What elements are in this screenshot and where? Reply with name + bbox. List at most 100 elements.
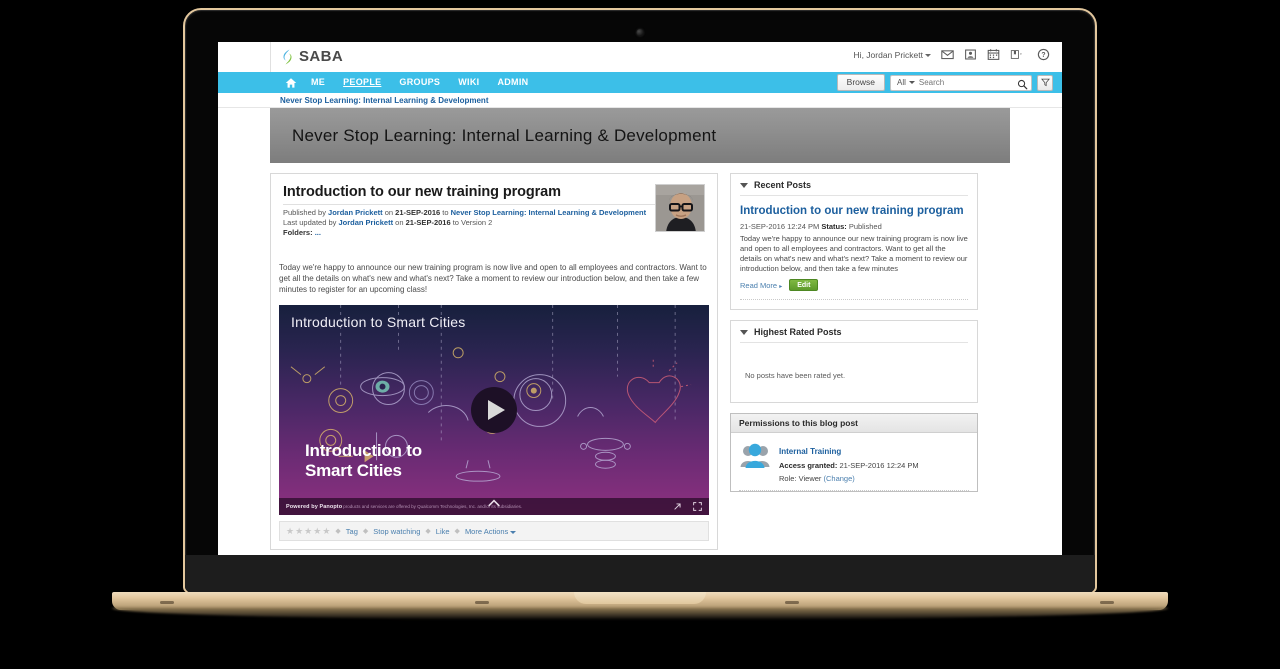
browse-button[interactable]: Browse	[836, 74, 885, 91]
user-greeting-menu[interactable]: Hi, Jordan Prickett	[854, 50, 931, 60]
top-header-bar: SABA Hi, Jordan Prickett ?	[218, 42, 1062, 72]
post-title: Introduction to our new training program	[283, 184, 561, 200]
nav-search-area: Browse All	[836, 74, 1053, 91]
post-updater-link[interactable]: Jordan Prickett	[338, 218, 393, 227]
permissions-panel: Permissions to this blog post Internal T…	[730, 413, 978, 492]
post-group-link[interactable]: Never Stop Learning: Internal Learning &…	[451, 208, 646, 217]
tag-action[interactable]: Tag	[346, 527, 358, 536]
magnifier-icon[interactable]	[1017, 77, 1028, 90]
popout-arrow-icon[interactable]	[673, 498, 682, 516]
laptop-mockup: SABA Hi, Jordan Prickett ? ME PEOPLE GRO…	[0, 0, 1280, 669]
page-title: Never Stop Learning: Internal Learning &…	[292, 125, 717, 145]
post-header: Introduction to our new training program…	[271, 174, 717, 238]
post-meta-updated: Last updated by Jordan Prickett on 21-SE…	[283, 218, 705, 228]
star-icon[interactable]: ★	[286, 526, 294, 537]
bookmark-icon[interactable]	[1010, 48, 1027, 61]
edit-button[interactable]: Edit	[789, 279, 819, 291]
read-more-link[interactable]: Read More ▸	[740, 281, 782, 290]
published-to: to	[440, 208, 451, 217]
star-icon[interactable]: ★	[295, 526, 303, 537]
page-banner: Never Stop Learning: Internal Learning &…	[270, 108, 1010, 163]
help-icon[interactable]: ?	[1037, 48, 1050, 61]
stop-watching-action[interactable]: Stop watching	[373, 527, 420, 536]
more-actions-action[interactable]: More Actions	[464, 526, 517, 536]
action-separator: ◆	[454, 528, 460, 535]
arrow-right-icon: ▸	[779, 283, 783, 290]
access-granted-value: 21-SEP-2016 12:24 PM	[839, 461, 919, 470]
highest-rated-empty-text: No posts have been rated yet.	[745, 371, 846, 380]
breadcrumb: Never Stop Learning: Internal Learning &…	[218, 93, 1062, 108]
nav-item-groups[interactable]: GROUPS	[390, 72, 449, 93]
nav-item-admin[interactable]: ADMIN	[488, 72, 537, 93]
recent-post-title-link[interactable]: Introduction to our new training program	[740, 205, 968, 218]
star-icon[interactable]: ★	[304, 526, 312, 537]
calendar-icon[interactable]	[987, 48, 1000, 61]
video-headline: Introduction to Smart Cities	[305, 441, 422, 481]
twisty-collapse-icon[interactable]	[740, 329, 748, 335]
laptop-foot	[160, 601, 174, 604]
content-area: Introduction to our new training program…	[218, 163, 1062, 550]
video-right-controls	[673, 498, 702, 516]
chevron-down-icon[interactable]	[908, 81, 915, 84]
permission-access-line: Access granted: 21-SEP-2016 12:24 PM	[779, 461, 919, 472]
star-icon[interactable]: ★	[313, 526, 321, 537]
nav-links: ME PEOPLE GROUPS WIKI ADMIN	[218, 72, 537, 93]
post-author-link[interactable]: Jordan Prickett	[328, 208, 383, 217]
saba-logo[interactable]: SABA	[280, 48, 343, 65]
rating-stars[interactable]: ★ ★ ★ ★ ★	[286, 526, 330, 537]
recent-post-excerpt: Today we're happy to announce our new tr…	[740, 234, 968, 273]
folders-label: Folders:	[283, 228, 313, 237]
panopto-branding[interactable]: Powered by Panopto	[286, 504, 342, 510]
permissions-title: Permissions to this blog post	[731, 414, 977, 433]
funnel-filter-icon[interactable]	[1037, 74, 1053, 91]
profile-card-icon[interactable]	[964, 48, 977, 61]
recent-posts-title: Recent Posts	[754, 180, 812, 190]
laptop-foot	[1100, 601, 1114, 604]
saba-flame-logo-icon	[280, 49, 295, 65]
recent-posts-header[interactable]: Recent Posts	[731, 174, 977, 195]
nav-item-me[interactable]: ME	[302, 72, 334, 93]
post-body-text: Today we're happy to announce our new tr…	[279, 263, 707, 294]
twisty-collapse-icon[interactable]	[740, 182, 748, 188]
post-title-divider	[283, 204, 705, 205]
breadcrumb-link[interactable]: Never Stop Learning: Internal Learning &…	[280, 96, 488, 105]
folders-value[interactable]: ...	[315, 228, 321, 237]
read-more-label: Read More	[740, 280, 778, 290]
permission-group-link[interactable]: Internal Training	[779, 447, 841, 456]
fullscreen-icon[interactable]	[693, 498, 702, 516]
home-icon[interactable]	[280, 77, 302, 89]
highest-rated-header[interactable]: Highest Rated Posts	[731, 321, 977, 342]
search-scope-label[interactable]: All	[894, 78, 909, 87]
published-on: on	[382, 208, 396, 217]
recent-post-date: 21-SEP-2016 12:24 PM	[740, 222, 820, 231]
role-label: Role:	[779, 473, 797, 483]
header-right-tools: Hi, Jordan Prickett ?	[854, 48, 1050, 61]
action-separator: ◆	[425, 528, 431, 535]
user-avatar-photo	[655, 184, 705, 232]
post-action-bar: ★ ★ ★ ★ ★ ◆ Tag ◆ Stop watching ◆ Like ◆…	[279, 521, 709, 541]
star-icon[interactable]: ★	[322, 526, 330, 537]
recent-post-dotted-divider	[740, 299, 968, 300]
nav-item-people[interactable]: PEOPLE	[334, 72, 390, 93]
video-headline-line1: Introduction to	[305, 441, 422, 460]
play-button-icon[interactable]	[471, 387, 517, 433]
like-action[interactable]: Like	[436, 527, 450, 536]
video-player[interactable]: Introduction to Smart Cities Introductio…	[279, 305, 709, 515]
chevron-down-icon	[925, 53, 931, 57]
laptop-bottom-bezel	[185, 555, 1095, 593]
change-role-link[interactable]: (Change)	[824, 474, 855, 483]
recent-posts-panel: Recent Posts Introduction to our new tra…	[730, 173, 978, 310]
recent-post-actions: Read More ▸ Edit	[740, 279, 968, 291]
saba-application: SABA Hi, Jordan Prickett ? ME PEOPLE GRO…	[218, 42, 1062, 570]
mail-icon[interactable]	[941, 48, 954, 61]
search-input[interactable]	[918, 78, 1017, 87]
highest-rated-title: Highest Rated Posts	[754, 327, 842, 337]
more-actions-label: More Actions	[464, 526, 509, 536]
chevron-up-icon[interactable]	[488, 494, 501, 512]
laptop-foot	[785, 601, 799, 604]
laptop-screen: SABA Hi, Jordan Prickett ? ME PEOPLE GRO…	[218, 42, 1062, 570]
permissions-dotted-divider	[739, 490, 969, 491]
chevron-down-icon	[510, 530, 517, 534]
updated-prefix: Last updated by	[283, 218, 339, 227]
nav-item-wiki[interactable]: WIKI	[449, 72, 488, 93]
